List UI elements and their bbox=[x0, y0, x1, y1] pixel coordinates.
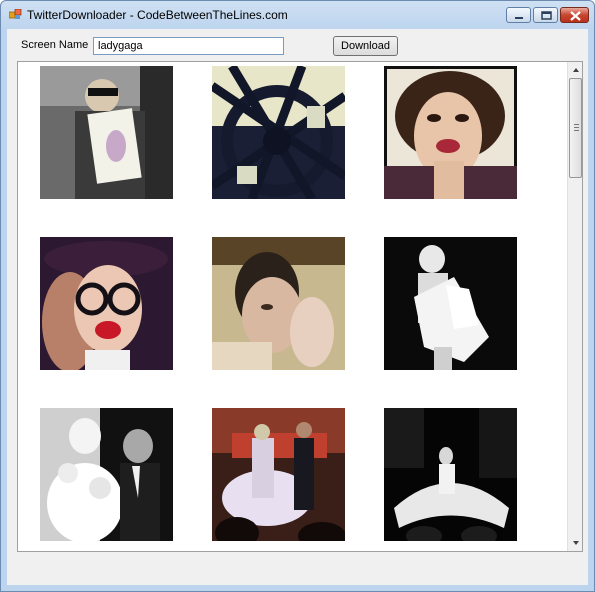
screen-name-label: Screen Name bbox=[21, 39, 89, 51]
arrow-down-icon bbox=[573, 541, 579, 545]
thumbnail-2[interactable] bbox=[212, 66, 345, 199]
screen-name-input[interactable]: ladygaga bbox=[93, 37, 284, 55]
thumbnail-1[interactable] bbox=[40, 66, 173, 199]
thumbnail-9[interactable] bbox=[384, 408, 517, 541]
photo-white-dress-bw-icon bbox=[384, 237, 517, 370]
client-area: Screen Name ladygaga Download bbox=[7, 29, 588, 585]
thumbnail-6[interactable] bbox=[384, 237, 517, 370]
vertical-scrollbar[interactable] bbox=[567, 62, 582, 551]
thumbnail-8[interactable] bbox=[212, 408, 345, 541]
image-panel[interactable] bbox=[17, 61, 583, 552]
download-button[interactable]: Download bbox=[333, 36, 398, 56]
minimize-button[interactable] bbox=[506, 7, 531, 23]
app-window: TwitterDownloader - CodeBetweenTheLines.… bbox=[0, 0, 595, 592]
close-button[interactable] bbox=[560, 7, 589, 23]
close-icon bbox=[570, 11, 581, 21]
photo-face-closeup-icon bbox=[212, 237, 345, 370]
photo-reading-book-icon bbox=[40, 66, 173, 199]
window-title: TwitterDownloader - CodeBetweenTheLines.… bbox=[27, 8, 288, 22]
minimize-icon bbox=[515, 17, 523, 19]
photo-selfie-red-lips-icon bbox=[384, 66, 517, 199]
title-bar[interactable]: TwitterDownloader - CodeBetweenTheLines.… bbox=[1, 1, 594, 29]
scroll-thumb[interactable] bbox=[569, 78, 582, 178]
app-icon bbox=[9, 9, 22, 19]
photo-hat-glasses-icon bbox=[40, 237, 173, 370]
thumbnail-4[interactable] bbox=[40, 237, 173, 370]
maximize-button[interactable] bbox=[533, 7, 558, 23]
grip-line bbox=[574, 124, 579, 125]
photo-duet-bw-icon bbox=[40, 408, 173, 541]
maximize-icon bbox=[541, 11, 552, 20]
thumbnail-7[interactable] bbox=[40, 408, 173, 541]
scroll-up-button[interactable] bbox=[568, 62, 582, 78]
thumbnail-3[interactable] bbox=[384, 66, 517, 199]
thumbnail-5[interactable] bbox=[212, 237, 345, 370]
grip-line bbox=[574, 127, 579, 128]
photo-stage-dark-icon bbox=[384, 408, 517, 541]
grip-line bbox=[574, 130, 579, 131]
photo-stage-performance-icon bbox=[212, 408, 345, 541]
photo-ferris-wheel-icon bbox=[212, 66, 345, 199]
arrow-up-icon bbox=[573, 68, 579, 72]
scroll-down-button[interactable] bbox=[568, 535, 582, 551]
